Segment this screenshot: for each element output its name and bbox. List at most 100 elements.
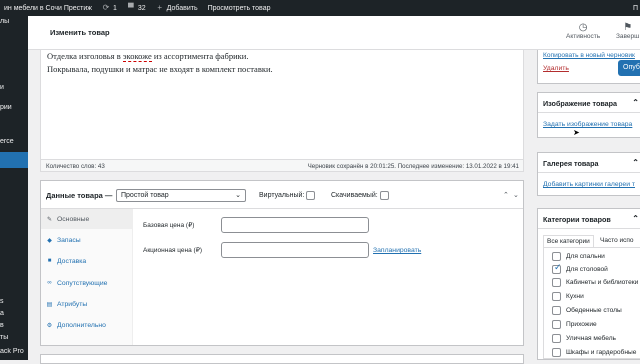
side-menu-item[interactable]: ack Pro [0,348,28,355]
category-item[interactable]: Шкафы и гардеробные [552,348,636,357]
category-item[interactable]: Для спальни [552,252,605,261]
product-type-select[interactable]: Простой товар ⌄ [116,189,246,202]
activity-button[interactable]: ◷ Активность [566,22,600,40]
set-product-image-link[interactable]: Задать изображение товара [543,121,632,128]
content-editor[interactable]: Отделка изголовья в экокоже из ассортиме… [40,50,524,172]
downloadable-checkbox[interactable] [379,191,389,200]
finish-setup-button[interactable]: ⚑ Заверш [616,22,639,40]
category-item[interactable]: ✓ Для столовой [552,262,608,274]
schedule-sale-link[interactable]: Запланировать [373,247,421,254]
product-gallery-panel: Галерея товара ⌃ Добавить картинки галере… [537,152,640,196]
side-menu-item[interactable]: и [0,84,28,91]
add-gallery-images-link[interactable]: Добавить картинки галереи т [543,181,635,188]
side-menu-item[interactable]: в [0,322,28,329]
category-checkbox[interactable] [552,348,561,357]
downloadable-option: Скачиваемый: [331,191,389,200]
downloadable-label: Скачиваемый: [331,192,378,199]
side-menu-item[interactable]: а [0,310,28,317]
product-data-tabs: ✎ Основные ◆ Запасы ■ Доставка ∞ Сопутствующ… [41,209,133,345]
category-checkbox[interactable] [552,306,561,315]
publish-button[interactable]: Опуб [618,60,640,76]
draft-saved-status: Черновик сохранён в 20:01:25. Последнее … [307,163,519,170]
collapse-up-icon[interactable]: ⌃ [632,98,639,107]
gear-icon: ⚙ [46,322,53,329]
tab-linked-products[interactable]: ∞ Сопутствующие [41,273,133,293]
chevron-down-icon: ⌄ [235,192,241,199]
side-menu-item[interactable]: лы [0,18,28,25]
spellcheck-word[interactable]: экокоже [122,51,152,62]
editor-status-bar: Количество слов: 43 Черновик сохранён в … [41,159,523,171]
word-count: Количество слов: 43 [46,163,105,170]
category-item[interactable]: Прихожие [552,320,597,329]
comments-link[interactable]: ▀ 32 [123,4,152,12]
checkmark-icon: ✓ [554,262,562,272]
side-menu-item[interactable]: ты [0,334,28,341]
flag-icon: ⚑ [623,22,633,33]
updates-count: 1 [112,4,117,12]
finish-setup-label: Заверш [616,33,640,40]
category-item[interactable]: Кабинеты и библиотеки [552,278,638,287]
side-menu-item[interactable]: s [0,298,28,305]
category-item[interactable]: Кухни [552,292,584,301]
virtual-checkbox[interactable] [306,191,316,200]
category-checkbox[interactable] [552,320,561,329]
sale-price-label: Акционная цена (₽) [143,247,203,254]
side-menu-item-woocommerce[interactable]: erce [0,138,28,145]
admin-bar: ин мебели в Сочи Престиж ⟳ 1 ▀ 32 + Добавит… [0,0,640,16]
view-product-label: Просмотреть товар [207,4,271,12]
active-menu-highlight [0,152,28,168]
category-checkbox[interactable] [552,292,561,301]
updates-icon: ⟳ [102,3,110,12]
collapse-up-icon[interactable]: ⌃ [632,158,639,167]
tab-inventory[interactable]: ◆ Запасы [41,230,133,250]
publish-panel: Копировать в новый черновик Удалить Опуб [537,50,640,84]
comments-count: 32 [137,4,146,12]
copy-to-draft-link[interactable]: Копировать в новый черновик [543,52,635,59]
tab-general[interactable]: ✎ Основные [41,209,133,229]
updates-link[interactable]: ⟳ 1 [98,4,123,12]
virtual-label: Виртуальный: [259,192,305,199]
site-name-link[interactable]: ин мебели в Сочи Престиж [0,5,98,12]
tab-popular-categories[interactable]: Часто испо [597,235,637,246]
editor-line-1: Отделка изголовья в экокоже из ассортиме… [47,51,249,62]
mouse-cursor-icon: ➤ [573,128,580,137]
tab-shipping[interactable]: ■ Доставка [41,251,133,271]
account-label: П [632,4,638,12]
category-checkbox[interactable] [552,278,561,287]
regular-price-input[interactable] [221,217,369,233]
wrench-icon: ✎ [46,216,53,223]
comments-icon: ▀ [128,3,134,12]
side-menu-item[interactable]: рии [0,104,28,111]
view-product-link[interactable]: Просмотреть товар [204,5,277,12]
add-new-label: Добавить [166,4,198,12]
category-checklist: Для спальни ✓ Для столовой Кабинеты и биб… [543,247,640,359]
site-name-label: ин мебели в Сочи Престиж [4,4,92,12]
virtual-option: Виртуальный: [259,191,316,200]
product-image-panel: Изображение товара ⌃ Задать изображение т… [537,92,640,138]
regular-price-label: Базовая цена (₽) [143,222,195,229]
category-item[interactable]: Обеденные столы [552,306,622,315]
product-categories-panel: Категории товаров ⌃ Все категории Часто и… [537,208,640,360]
admin-bar-account[interactable]: П [633,0,640,16]
delete-link[interactable]: Удалить [543,65,569,72]
link-icon: ∞ [47,280,52,286]
product-data-header: Данные товара — Простой товар ⌄ Виртуаль… [41,181,523,209]
tab-attributes[interactable]: ▤ Атрибуты [41,294,133,314]
tab-advanced[interactable]: ⚙ Дополнительно [41,315,133,335]
truck-icon: ■ [47,258,52,264]
plus-icon: + [157,3,162,12]
activity-icon: ◷ [578,22,588,33]
category-item[interactable]: Уличная мебель [552,334,616,343]
editor-content[interactable]: Отделка изголовья в экокоже из ассортиме… [47,50,273,76]
collapse-down-icon[interactable]: ⌄ [513,191,519,199]
add-new-link[interactable]: + Добавить [152,4,204,12]
product-type-value: Простой товар [121,192,169,199]
collapse-up-icon[interactable]: ⌃ [632,214,639,223]
category-checkbox[interactable]: ✓ [552,262,562,274]
category-checkbox[interactable] [552,334,561,343]
inventory-icon: ◆ [47,237,52,244]
collapse-up-icon[interactable]: ⌃ [503,191,509,199]
category-checkbox[interactable] [552,252,561,261]
sale-price-input[interactable] [221,242,369,258]
product-image-title: Изображение товара ⌃ [538,93,640,113]
